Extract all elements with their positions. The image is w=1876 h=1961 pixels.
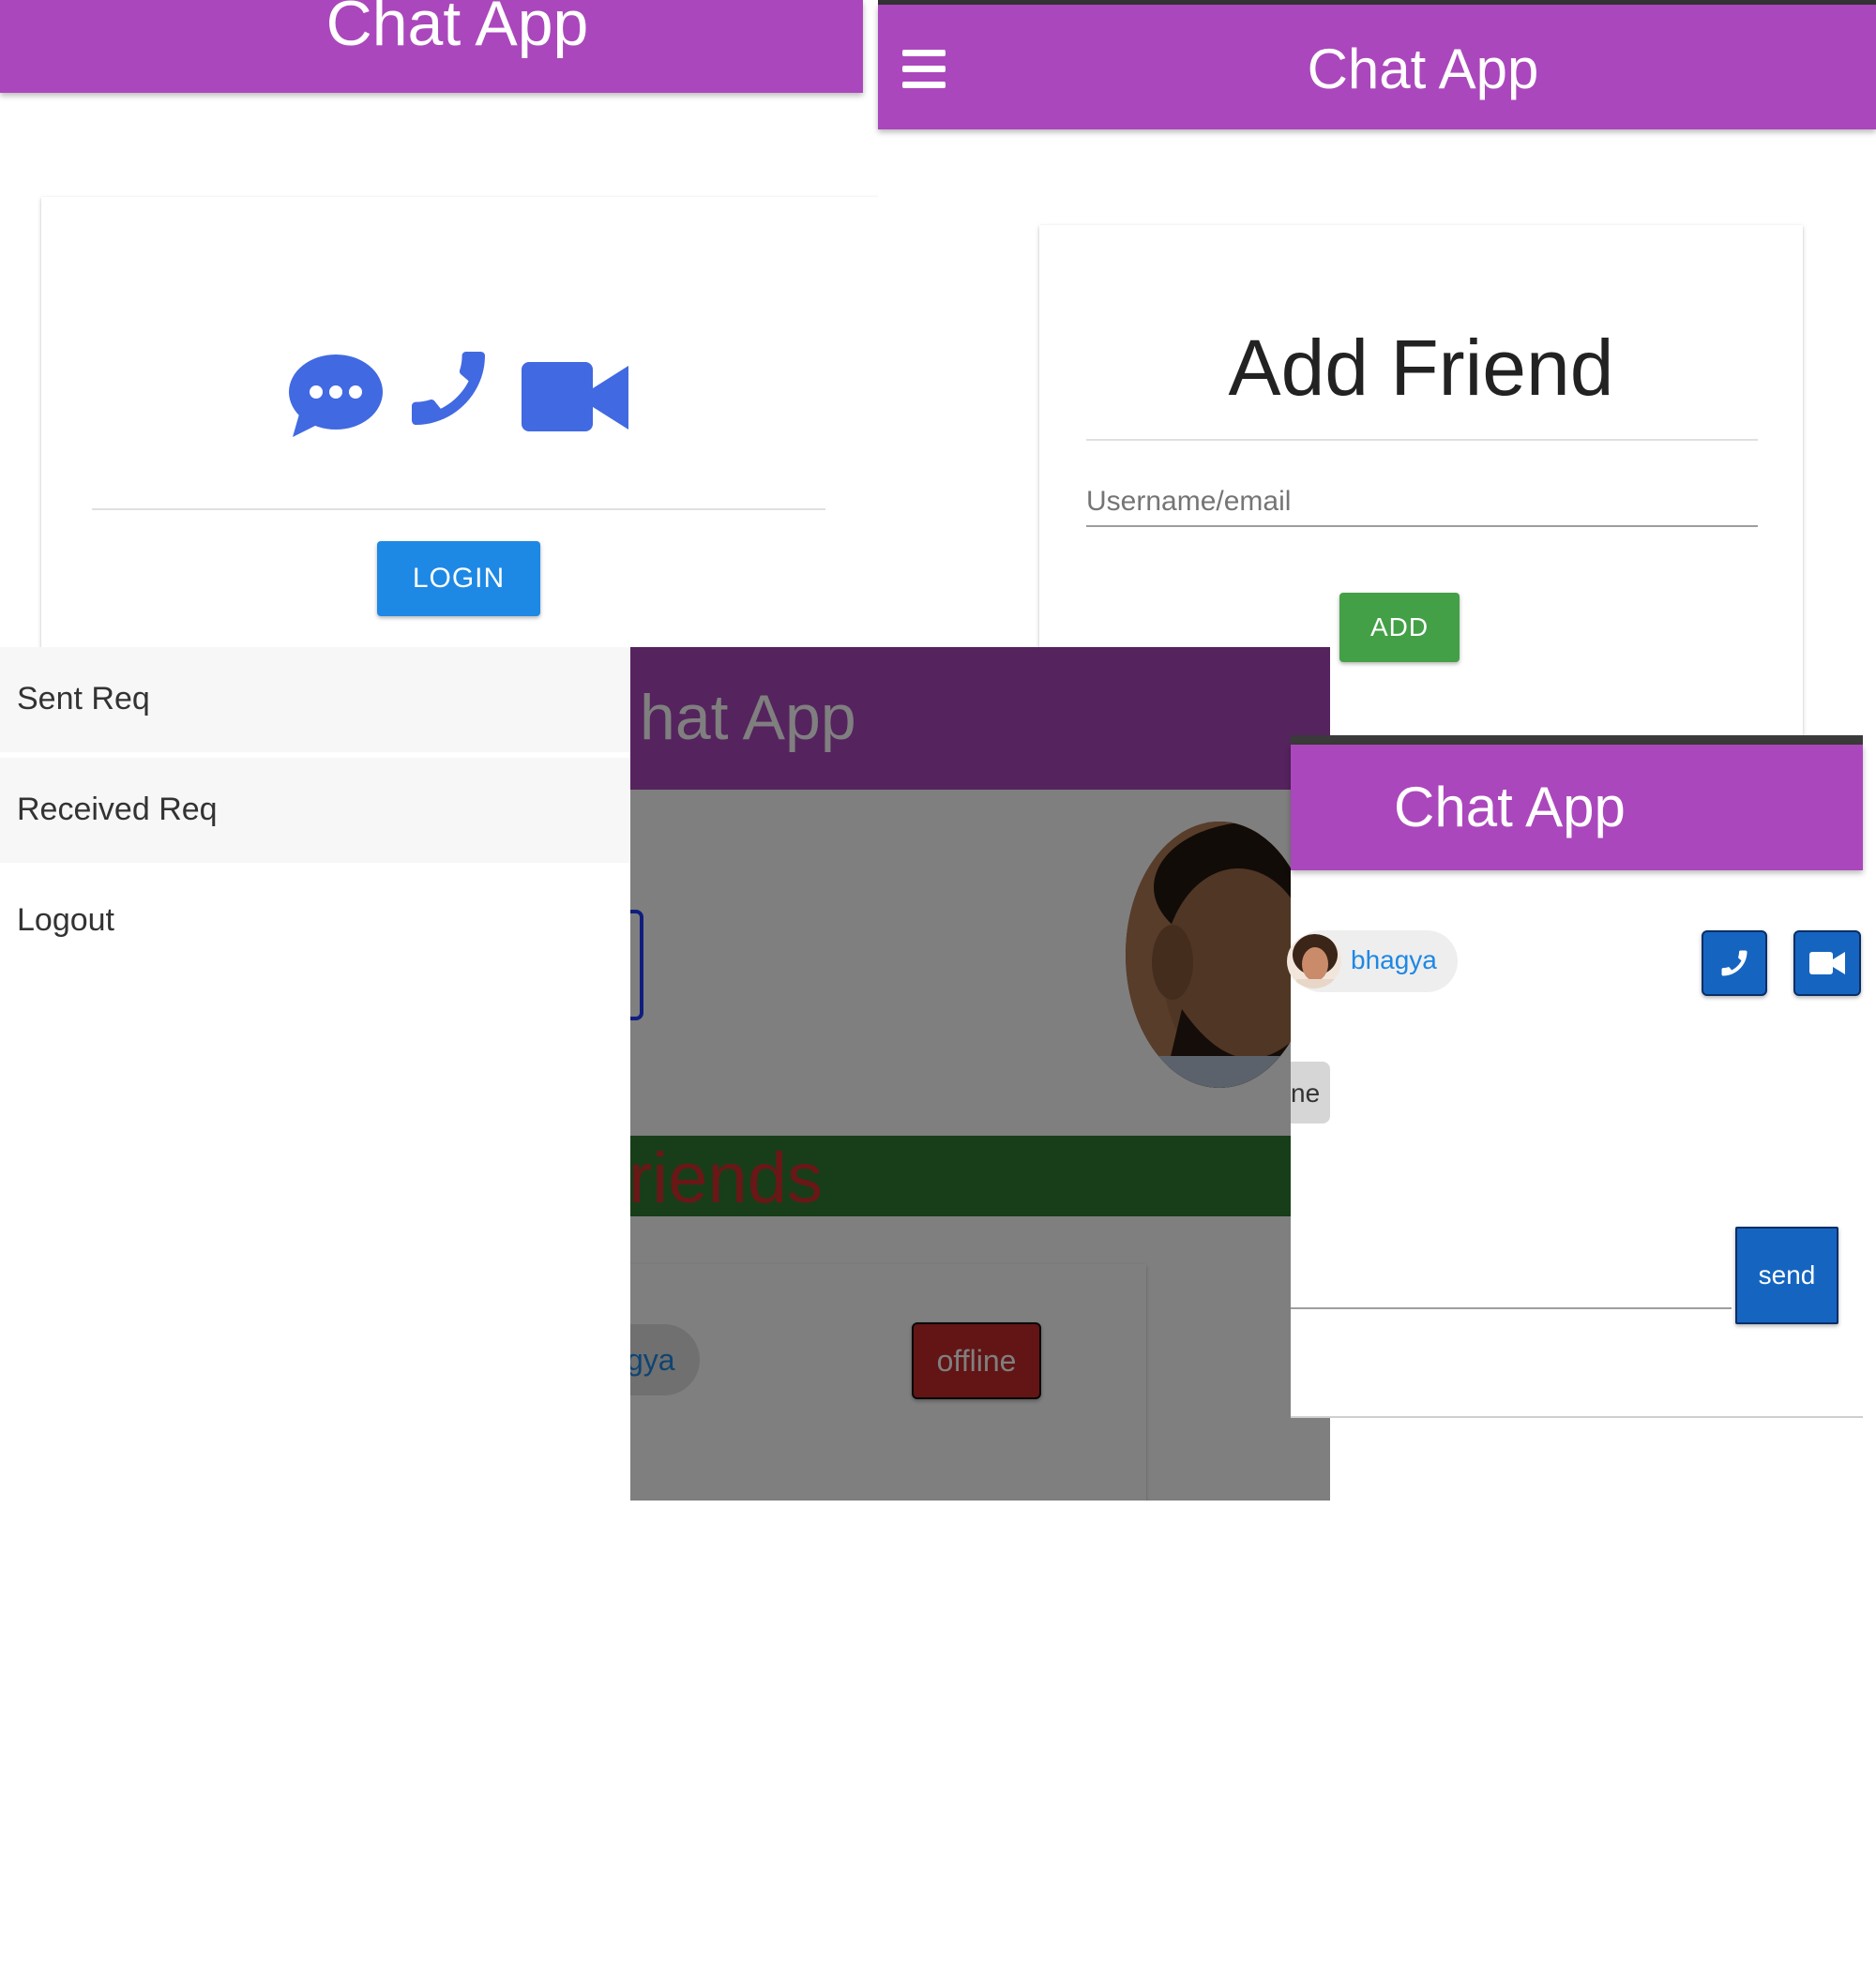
video-camera-icon bbox=[1809, 952, 1845, 974]
login-card: LOGIN bbox=[41, 197, 885, 685]
window-top-border bbox=[1291, 735, 1863, 745]
drawer-item-label: Sent Req bbox=[17, 681, 150, 717]
contact-avatar bbox=[1287, 934, 1341, 988]
drawer-item-sent-req[interactable]: Sent Req bbox=[0, 647, 630, 752]
friends-panel: hat App riends gya offline bbox=[563, 647, 1330, 1501]
friends-app-bar: hat App bbox=[563, 647, 1330, 790]
add-friend-heading: Add Friend bbox=[1228, 324, 1614, 412]
app-title: Chat App bbox=[1307, 38, 1539, 100]
login-app-bar: Chat App bbox=[0, 0, 863, 93]
avatar-photo bbox=[1126, 822, 1313, 1088]
drawer-item-label: Logout bbox=[17, 902, 114, 938]
friend-name: gya bbox=[627, 1343, 675, 1377]
feature-icons bbox=[287, 339, 662, 443]
video-call-button[interactable] bbox=[1793, 930, 1861, 996]
drawer-item-label: Received Req bbox=[17, 792, 218, 827]
add-friend-app-bar: Chat App bbox=[878, 5, 1876, 129]
chat-bottom-divider bbox=[1291, 1416, 1863, 1418]
message-bubble: ne bbox=[1291, 1062, 1330, 1124]
message-input-field[interactable] bbox=[1291, 1919, 1732, 1921]
message-input-underline bbox=[1291, 1307, 1732, 1309]
phone-icon bbox=[1721, 950, 1747, 976]
login-button[interactable]: LOGIN bbox=[377, 541, 540, 616]
add-button[interactable]: ADD bbox=[1339, 593, 1460, 662]
heading-divider bbox=[1086, 439, 1758, 441]
message-text: ne bbox=[1291, 1079, 1321, 1108]
offline-status-button[interactable]: offline bbox=[912, 1322, 1041, 1399]
chat-app-bar: Chat App bbox=[1291, 745, 1863, 870]
app-title: Chat App bbox=[1394, 776, 1626, 838]
drawer-item-logout[interactable]: Logout bbox=[0, 868, 630, 973]
voice-call-button[interactable] bbox=[1702, 930, 1767, 996]
app-title: Chat App bbox=[325, 0, 589, 59]
add-friend-panel: Chat App Add Friend ADD bbox=[878, 0, 1876, 788]
drawer-panel: Sent Req Received Req Logout bbox=[0, 647, 630, 1501]
send-button[interactable]: send bbox=[1735, 1227, 1838, 1324]
phone-icon bbox=[412, 352, 485, 425]
friends-title: riends bbox=[628, 1139, 823, 1218]
login-divider bbox=[92, 508, 825, 510]
chat-bubble-icon bbox=[289, 354, 383, 437]
contact-name: bhagya bbox=[1351, 945, 1437, 974]
avatar bbox=[1126, 822, 1313, 1088]
app-title: hat App bbox=[640, 682, 856, 753]
username-email-input[interactable] bbox=[1086, 478, 1758, 527]
chat-panel: Chat App bhagya ne send bbox=[1287, 735, 1863, 1418]
contact-chip[interactable]: bhagya bbox=[1287, 930, 1458, 992]
drawer-item-received-req[interactable]: Received Req bbox=[0, 758, 630, 863]
friends-banner: riends bbox=[563, 1136, 1330, 1218]
friend-card: gya offline bbox=[563, 1264, 1146, 1501]
login-panel: Chat App LOGIN bbox=[0, 0, 885, 685]
video-camera-icon bbox=[522, 362, 628, 431]
